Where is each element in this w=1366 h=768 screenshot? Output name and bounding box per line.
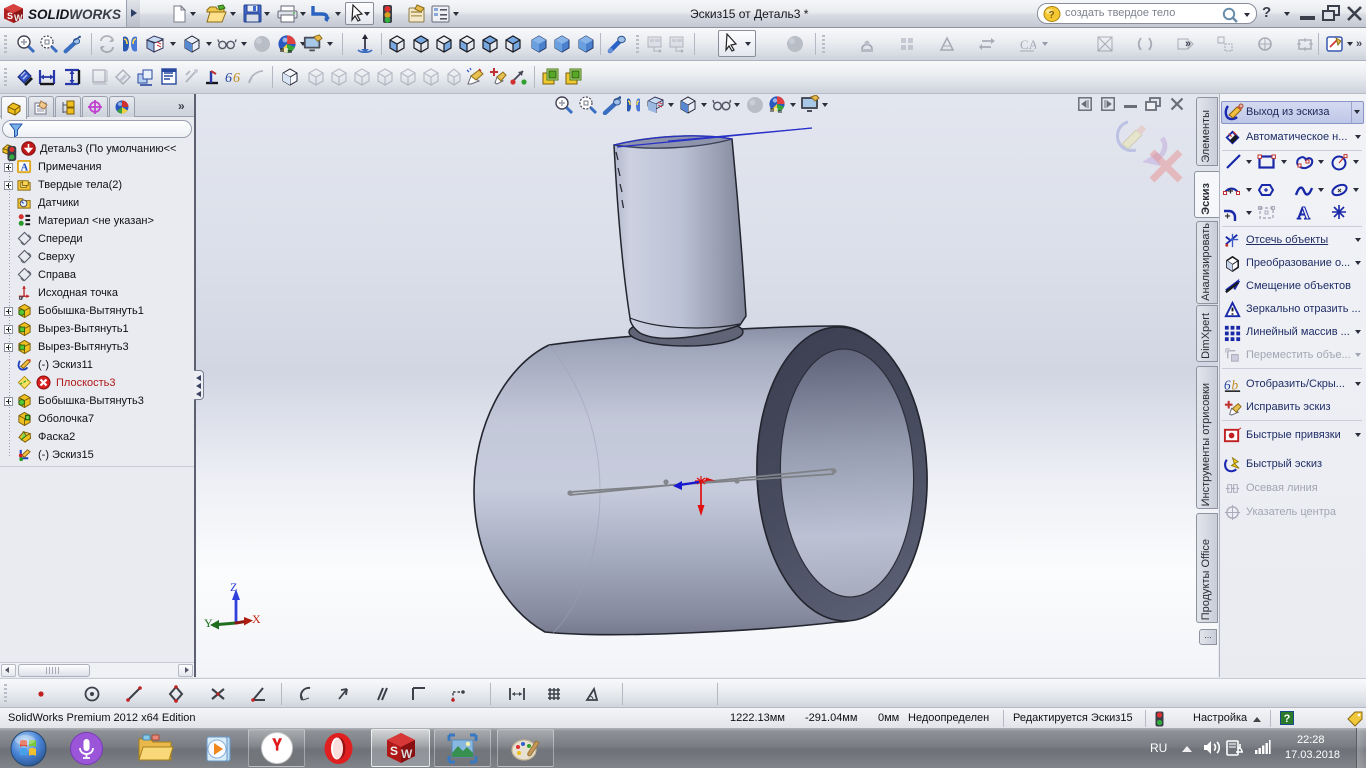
svg-text:b: b [1232, 377, 1239, 392]
svg-text:6: 6 [1224, 377, 1231, 392]
svg-text:X: X [252, 612, 261, 626]
svg-text:W: W [401, 747, 413, 761]
svg-text:?: ? [1049, 10, 1055, 21]
svg-text:6: 6 [233, 71, 240, 86]
svg-text:A: A [21, 162, 29, 173]
svg-text:S: S [7, 11, 13, 21]
svg-text:CA: CA [1020, 37, 1036, 52]
svg-text:Y: Y [204, 616, 213, 630]
svg-text:S: S [390, 744, 398, 758]
svg-text:6: 6 [225, 71, 232, 86]
svg-text:Z: Z [230, 580, 237, 594]
svg-text:A: A [1297, 203, 1310, 222]
svg-text:W: W [14, 13, 23, 23]
